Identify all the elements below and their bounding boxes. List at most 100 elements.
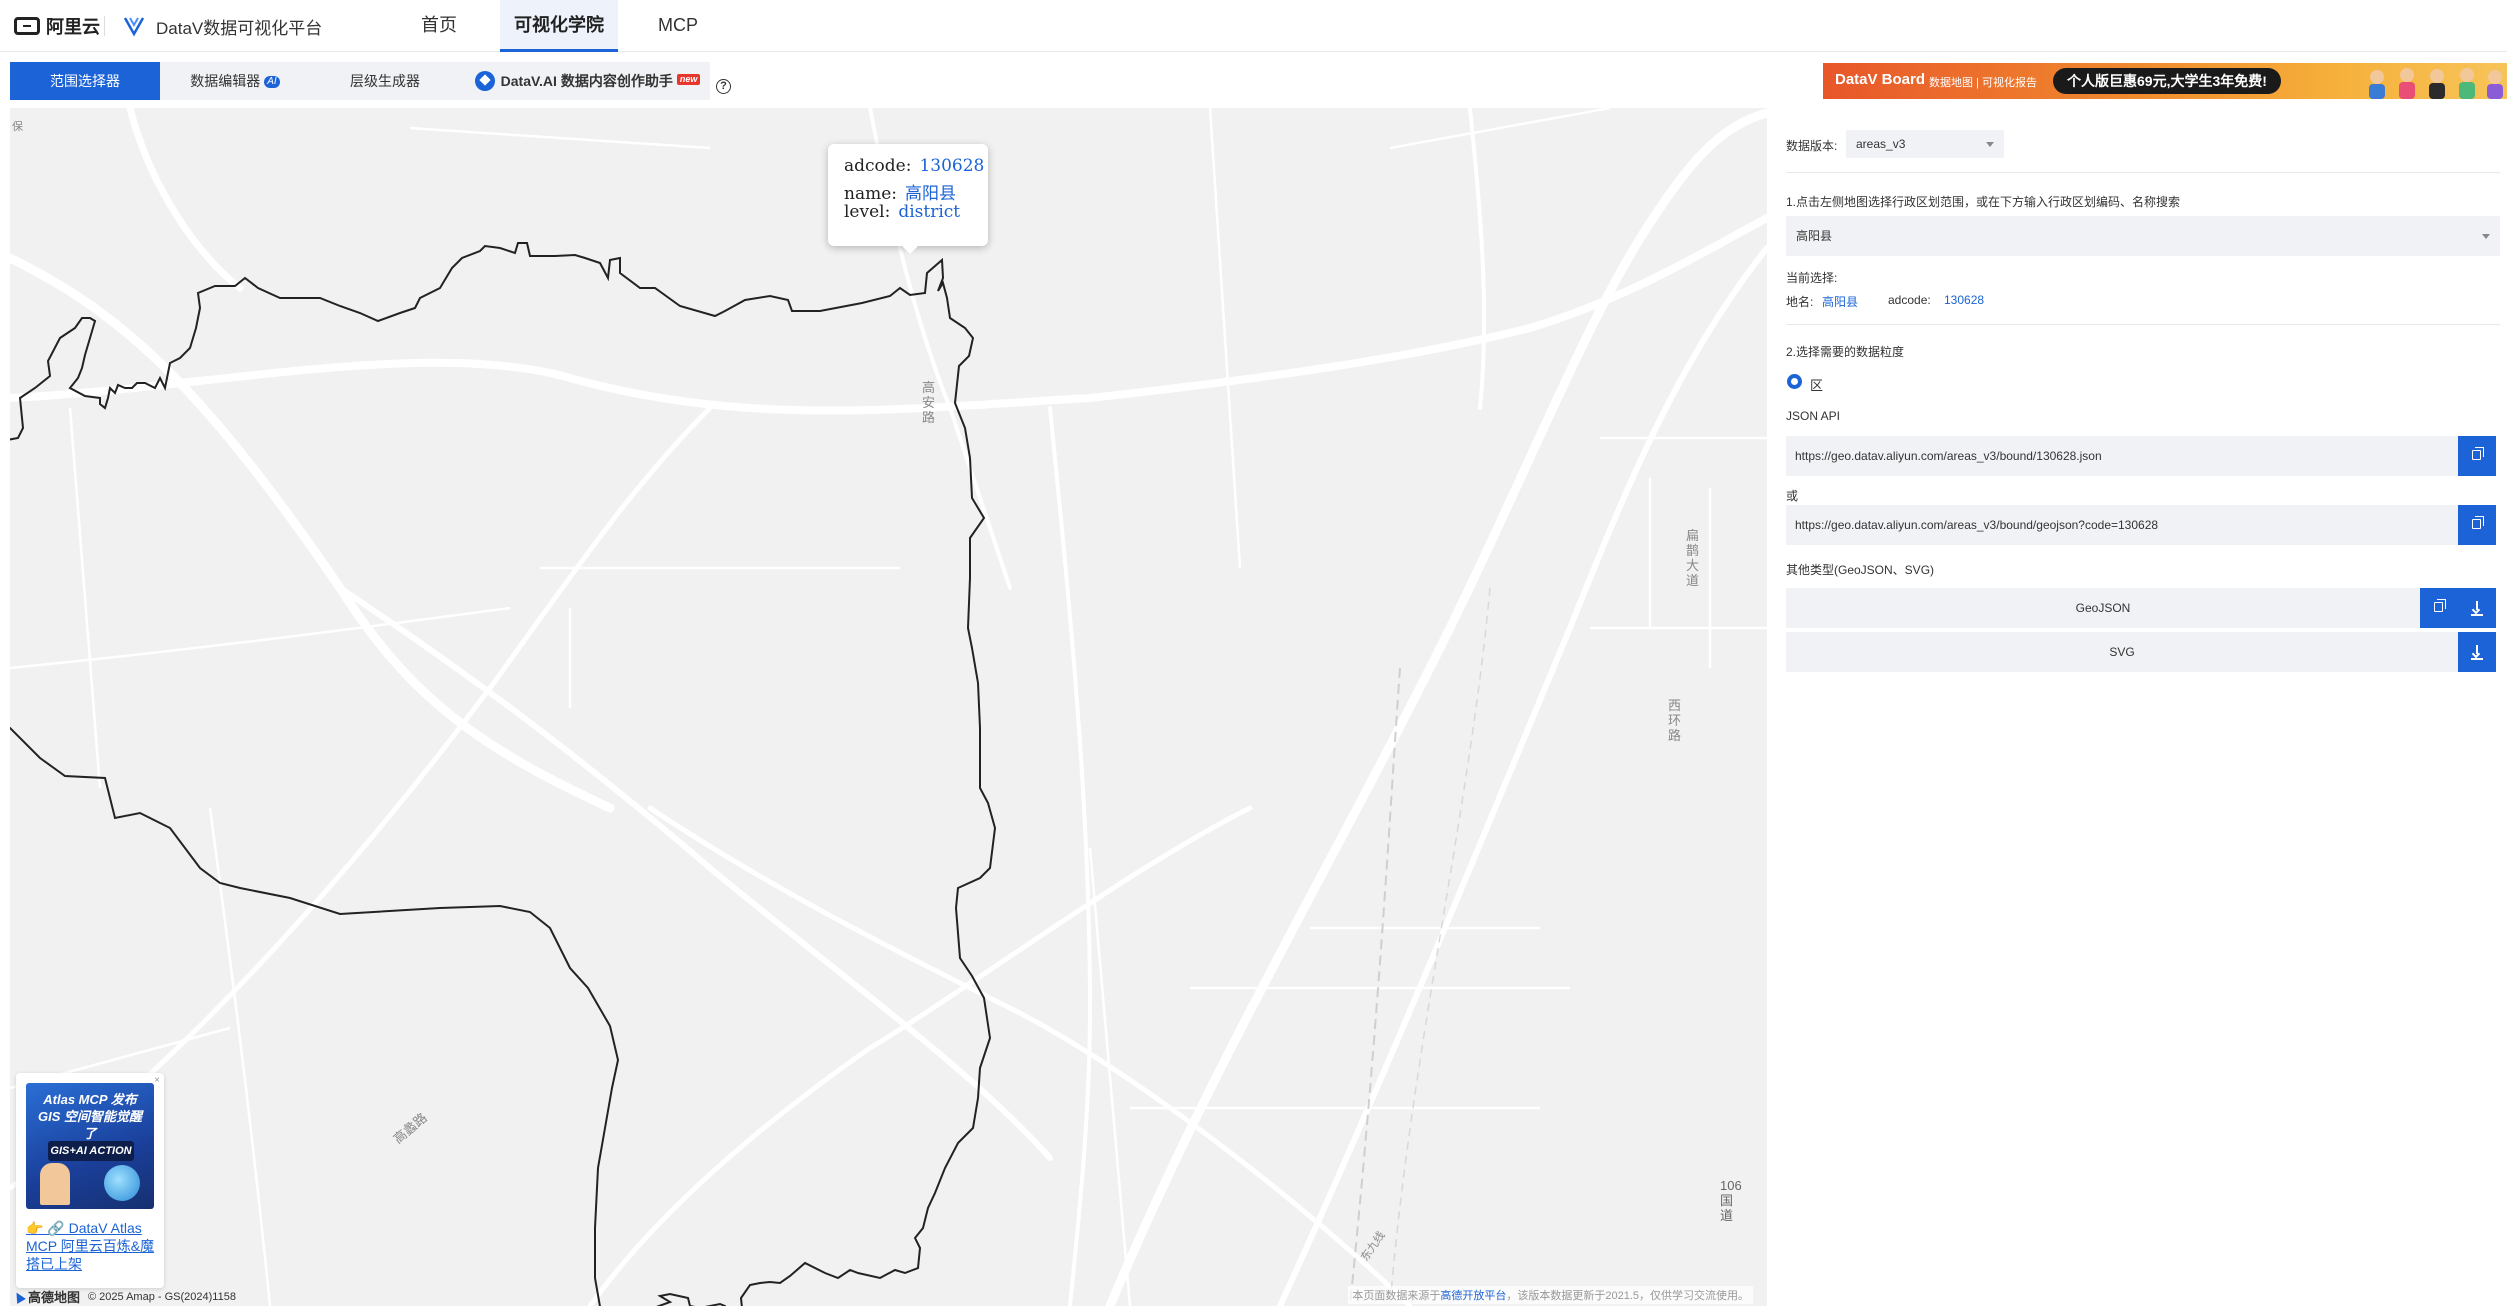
settings-panel	[1767, 108, 2507, 1306]
granularity-label: 区	[1810, 378, 1824, 393]
close-icon[interactable]: ×	[154, 1075, 160, 1086]
tooltip-level-row: level: district	[844, 202, 972, 225]
road-label-gaoan: 高安路	[922, 380, 936, 425]
copy-icon	[2472, 516, 2484, 529]
granularity-radio[interactable]	[1787, 374, 1802, 389]
svg-type-bar: SVG	[1786, 632, 2458, 672]
tab-range-selector[interactable]: 范围选择器	[10, 62, 160, 100]
download-svg-button[interactable]	[2458, 632, 2496, 672]
tooltip-adcode-row: adcode: 130628	[844, 156, 984, 179]
tooltip-adcode-label: adcode:	[844, 156, 912, 176]
aliyun-logo-text: 阿里云	[46, 17, 100, 37]
nav-divider	[104, 16, 105, 36]
road-label-xihuan: 西环路	[1668, 698, 1682, 743]
tab-label: 层级生成器	[350, 73, 420, 89]
tab-label: 范围选择器	[50, 73, 120, 89]
nav-mcp[interactable]: MCP	[640, 0, 716, 52]
tab-datav-ai[interactable]: DataV.AI 数据内容创作助手 new	[465, 62, 710, 100]
tooltip-adcode-value: 130628	[919, 156, 985, 176]
banner-title: DataV Board	[1835, 71, 1926, 88]
attribution-link[interactable]: 高德开放平台	[1440, 1290, 1506, 1302]
map-canvas[interactable]: 高安路 扁鹊大道 西环路 高蠡路 东九线 106国道 保 adcode: 1306…	[10, 108, 1767, 1306]
datav-board-banner[interactable]: DataV Board 数据地图 | 可视化报告 个人版巨惠69元,大学生3年免…	[1823, 63, 2507, 99]
download-geojson-button[interactable]	[2458, 588, 2496, 628]
ai-badge: AI	[264, 76, 280, 88]
chevron-down-icon	[2482, 234, 2490, 239]
datav-brand-text: DataV数据可视化平台	[156, 18, 323, 38]
place-name-value: 高阳县	[1822, 295, 1859, 309]
promo-person-icon	[40, 1163, 70, 1205]
step1-instruction: 1.点击左侧地图选择行政区划范围，或在下方输入行政区划编码、名称搜索	[1786, 195, 2181, 209]
promo-link[interactable]: 👉 🔗 DataV Atlas MCP 阿里云百炼&魔搭已上架	[26, 1219, 156, 1273]
divider	[1786, 324, 2500, 325]
tool-tabs: 范围选择器 数据编辑器 AI 层级生成器 DataV.AI 数据内容创作助手 new	[10, 62, 710, 100]
nav-home[interactable]: 首页	[404, 0, 474, 52]
json-api-label: JSON API	[1786, 409, 1841, 423]
adcode-label: adcode:	[1888, 293, 1931, 307]
place-label: 保	[12, 121, 23, 133]
banner-subtitle: 数据地图 | 可视化报告	[1929, 77, 2037, 89]
copy-json-api-button[interactable]	[2458, 436, 2496, 476]
aliyun-logo[interactable]: 阿里云	[14, 14, 100, 38]
step2-instruction: 2.选择需要的数据粒度	[1786, 345, 1905, 359]
divider	[1786, 172, 2500, 173]
amap-attribution: 高德地图 © 2025 Amap - GS(2024)1158	[12, 1287, 236, 1306]
tooltip-level-label: level:	[844, 202, 891, 222]
region-search-value: 高阳县	[1796, 229, 1833, 243]
tab-level-generator[interactable]: 层级生成器	[310, 62, 460, 100]
geojson-url-field[interactable]: https://geo.datav.aliyun.com/areas_v3/bo…	[1786, 505, 2458, 545]
current-selection-label: 当前选择:	[1786, 271, 1838, 285]
version-value: areas_v3	[1856, 137, 1906, 151]
copy-geojson-url-button[interactable]	[2458, 505, 2496, 545]
tab-label: 数据编辑器	[190, 73, 261, 89]
download-icon-base	[2471, 658, 2483, 660]
amap-logo-icon	[12, 1289, 26, 1304]
tooltip-name-label: name:	[844, 184, 897, 204]
road-label-bianque: 扁鹊大道	[1686, 528, 1700, 588]
top-nav: 阿里云 DataV数据可视化平台 首页 可视化学院 MCP	[0, 0, 2507, 52]
attribution-suffix: ，该版本数据更新于2021.5，仅供学习交流使用。	[1506, 1290, 1749, 1302]
tab-label: DataV.AI 数据内容创作助手	[500, 73, 673, 89]
help-icon[interactable]: ?	[716, 79, 731, 94]
download-icon	[2476, 645, 2478, 654]
aliyun-logo-icon	[14, 17, 40, 35]
version-select[interactable]: areas_v3	[1846, 130, 2004, 158]
adcode-value: 130628	[1944, 293, 1985, 307]
place-name-label: 地名:	[1786, 295, 1814, 309]
or-label: 或	[1786, 489, 1799, 503]
download-icon-base	[2471, 614, 2483, 616]
road-label-106: 106国道	[1720, 1178, 1742, 1223]
promo-title: Atlas MCP 发布 GIS 空间智能觉醒了	[37, 1092, 142, 1141]
promo-badge: GIS+AI ACTION	[48, 1141, 134, 1161]
attribution-prefix: 本页面数据来源于	[1352, 1290, 1441, 1302]
tooltip-name-row: name: 高阳县	[844, 179, 972, 204]
atlas-mcp-promo[interactable]: Atlas MCP 发布 GIS 空间智能觉醒了 GIS+AI ACTION ×…	[16, 1073, 164, 1288]
amap-copyright: © 2025 Amap - GS(2024)1158	[88, 1290, 236, 1303]
tooltip-level-value: district	[898, 202, 961, 222]
banner-promo: 个人版巨惠69元,大学生3年免费!	[2053, 68, 2281, 94]
tooltip-name-value: 高阳县	[905, 184, 956, 204]
banner-people-illustration	[2369, 68, 2503, 99]
data-source-attribution: 本页面数据来源于高德开放平台，该版本数据更新于2021.5，仅供学习交流使用。	[1348, 1286, 1753, 1304]
region-tooltip: adcode: 130628 name: 高阳县 level: district	[828, 144, 988, 254]
datav-logo-icon	[123, 17, 145, 37]
copy-icon	[2472, 447, 2484, 460]
datav-ai-icon	[474, 71, 495, 91]
json-api-url-field[interactable]: https://geo.datav.aliyun.com/areas_v3/bo…	[1786, 436, 2458, 476]
chevron-down-icon	[1986, 142, 1994, 147]
promo-globe-icon	[104, 1165, 140, 1201]
version-label: 数据版本:	[1786, 139, 1838, 153]
geojson-type-bar: GeoJSON	[1786, 588, 2420, 628]
download-icon	[2476, 601, 2478, 610]
copy-icon	[2434, 599, 2446, 612]
new-badge: new	[676, 74, 701, 85]
copy-geojson-button[interactable]	[2420, 588, 2458, 628]
other-types-label: 其他类型(GeoJSON、SVG)	[1786, 563, 1935, 577]
promo-image[interactable]: Atlas MCP 发布 GIS 空间智能觉醒了 GIS+AI ACTION	[26, 1083, 154, 1209]
datav-brand[interactable]: DataV数据可视化平台	[122, 12, 322, 40]
amap-brand: 高德地图	[28, 1290, 81, 1305]
map-base-layer	[10, 108, 1767, 1306]
nav-academy[interactable]: 可视化学院	[500, 0, 618, 52]
tab-data-editor[interactable]: 数据编辑器 AI	[160, 62, 310, 100]
region-search-select[interactable]: 高阳县	[1786, 216, 2500, 256]
